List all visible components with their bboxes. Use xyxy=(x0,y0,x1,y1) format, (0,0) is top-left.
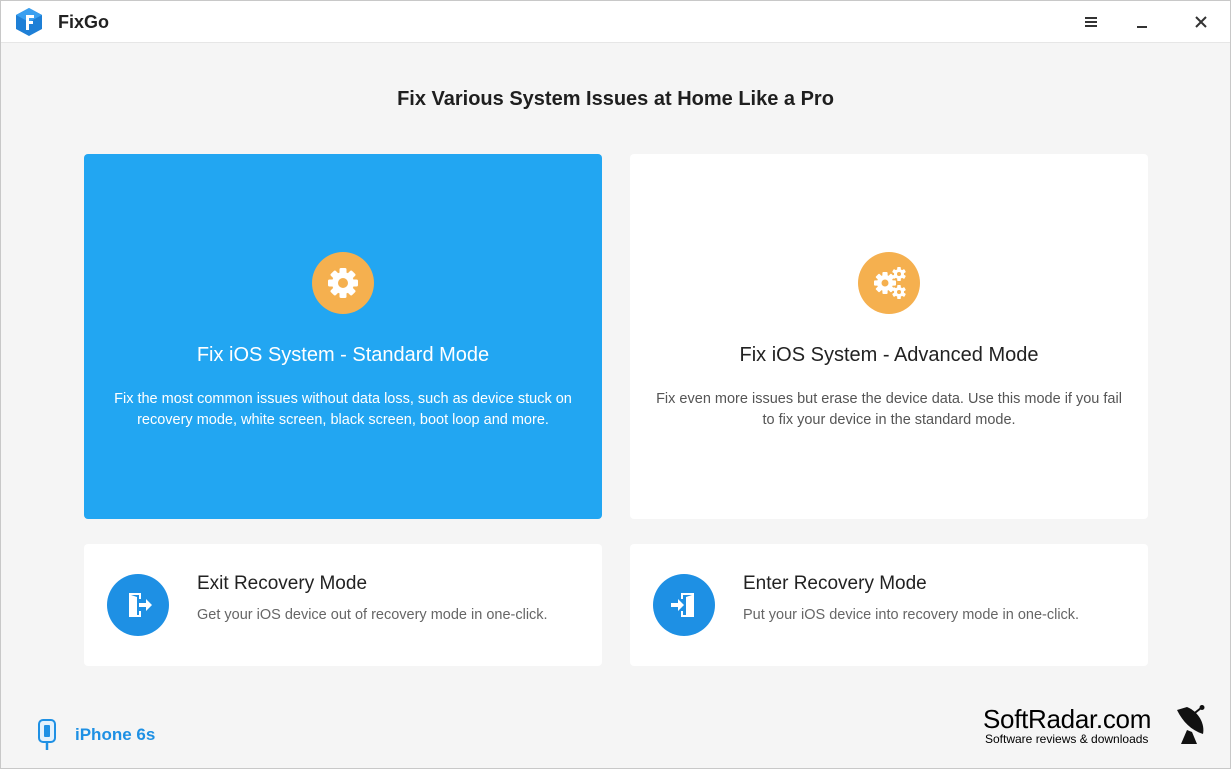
watermark-tagline: Software reviews & downloads xyxy=(985,732,1149,746)
enter-recovery-icon-circle xyxy=(653,574,715,636)
hamburger-menu-icon xyxy=(1085,17,1097,27)
gears-icon xyxy=(874,267,906,299)
usb-cable-icon xyxy=(38,719,56,750)
title-bar: FixGo xyxy=(1,1,1230,43)
connected-device[interactable]: iPhone 6s xyxy=(31,717,155,753)
softradar-watermark: SoftRadar.com Software reviews & downloa… xyxy=(983,704,1213,749)
advanced-mode-icon-circle xyxy=(858,252,920,314)
standard-mode-title: Fix iOS System - Standard Mode xyxy=(196,344,490,366)
standard-mode-card[interactable]: Fix iOS System - Standard Mode Fix the m… xyxy=(84,154,602,519)
enter-door-icon xyxy=(671,593,694,617)
gear-icon xyxy=(328,268,358,298)
advanced-mode-card[interactable]: Fix iOS System - Advanced Mode Fix even … xyxy=(630,154,1148,519)
close-button[interactable] xyxy=(1187,9,1215,35)
menu-button[interactable] xyxy=(1077,9,1105,35)
app-window: FixGo Fix Various System Issues at Home … xyxy=(0,0,1231,769)
exit-recovery-card[interactable]: Exit Recovery Mode Get your iOS device o… xyxy=(84,544,602,666)
minimize-button[interactable] xyxy=(1128,9,1156,35)
advanced-mode-description: Fix even more issues but erase the devic… xyxy=(656,391,1122,428)
standard-mode-icon-circle xyxy=(312,252,374,314)
fixgo-logo-icon xyxy=(16,8,42,36)
exit-recovery-title: Exit Recovery Mode xyxy=(197,573,368,594)
device-name: iPhone 6s xyxy=(75,725,156,744)
exit-recovery-icon-circle xyxy=(107,574,169,636)
page-headline: Fix Various System Issues at Home Like a… xyxy=(397,88,834,110)
enter-recovery-description: Put your iOS device into recovery mode i… xyxy=(743,607,1080,623)
exit-recovery-description: Get your iOS device out of recovery mode… xyxy=(197,607,548,623)
standard-mode-description: Fix the most common issues without data … xyxy=(114,391,572,428)
advanced-mode-title: Fix iOS System - Advanced Mode xyxy=(739,344,1039,366)
enter-recovery-title: Enter Recovery Mode xyxy=(743,573,927,594)
close-icon xyxy=(1195,16,1207,28)
minimize-icon xyxy=(1137,26,1147,28)
app-title: FixGo xyxy=(58,12,110,32)
satellite-dish-icon xyxy=(1177,705,1205,744)
enter-recovery-card[interactable]: Enter Recovery Mode Put your iOS device … xyxy=(630,544,1148,666)
watermark-name: SoftRadar.com xyxy=(983,704,1152,734)
exit-door-icon xyxy=(129,593,152,617)
